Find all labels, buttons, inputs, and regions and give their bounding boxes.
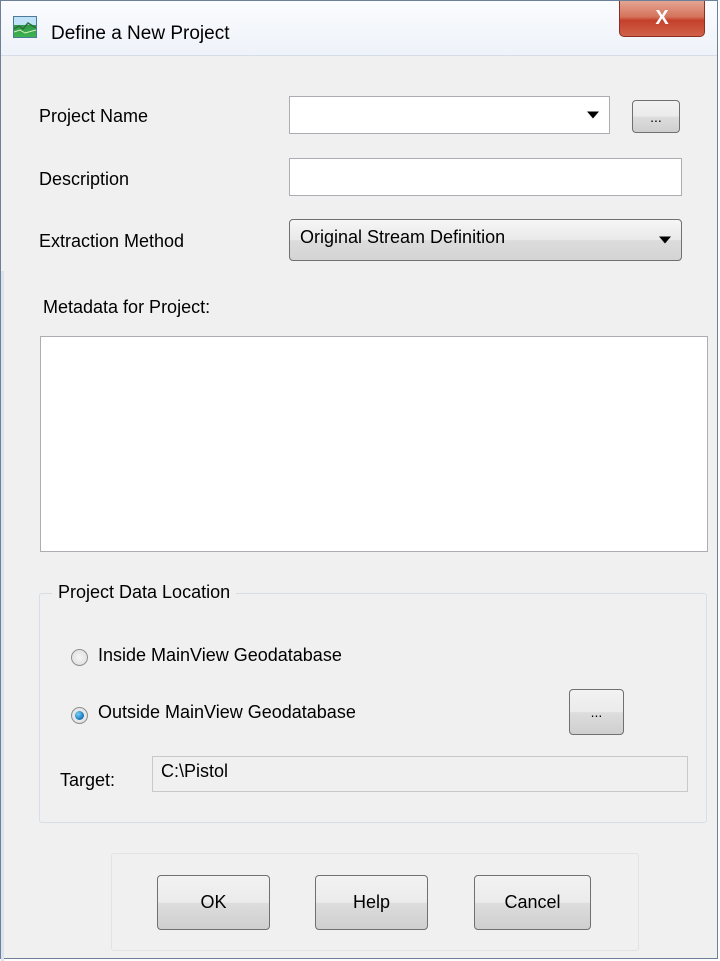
ellipsis-icon: ... (590, 704, 603, 720)
window-title: Define a New Project (51, 23, 230, 44)
project-name-browse-button[interactable]: ... (632, 100, 680, 133)
help-button[interactable]: Help (315, 875, 428, 930)
close-button[interactable]: X (619, 1, 705, 37)
cancel-button[interactable]: Cancel (474, 875, 591, 930)
title-bar[interactable]: Define a New Project X (1, 1, 717, 56)
inside-geodatabase-radio[interactable] (71, 649, 88, 666)
ok-button-label: OK (200, 892, 227, 912)
outside-geodatabase-label[interactable]: Outside MainView Geodatabase (98, 702, 356, 723)
window-edge-shadow (1, 271, 4, 961)
help-button-label: Help (352, 892, 391, 912)
target-label: Target: (60, 770, 116, 790)
map-landscape-icon (13, 16, 37, 38)
extraction-method-label: Extraction Method (39, 231, 185, 251)
dialog-window: Define a New Project X Project Name ... … (0, 0, 718, 961)
target-path-value: C:\Pistol (161, 761, 229, 781)
description-label: Description (39, 169, 130, 189)
extraction-method-value: Original Stream Definition (300, 227, 506, 247)
project-data-location-title: Project Data Location (52, 582, 237, 603)
ellipsis-icon: ... (650, 108, 662, 125)
button-panel: OK Help Cancel (111, 853, 639, 951)
dialog-body: Project Name ... Description Extraction … (9, 56, 711, 953)
outside-geodatabase-radio[interactable] (71, 707, 88, 724)
project-data-location-group: Project Data Location Inside MainView Ge… (39, 582, 707, 823)
description-input[interactable] (289, 158, 682, 196)
project-name-label: Project Name (39, 106, 149, 126)
close-icon: X (655, 7, 669, 29)
dropdown-arrow-icon[interactable] (659, 236, 671, 244)
target-path-field: C:\Pistol (152, 756, 688, 792)
extraction-method-select[interactable]: Original Stream Definition (289, 219, 682, 261)
location-browse-button[interactable]: ... (569, 689, 624, 735)
metadata-textarea[interactable] (40, 336, 708, 552)
project-name-combo[interactable] (289, 96, 610, 134)
dropdown-arrow-icon[interactable] (587, 111, 599, 119)
ok-button[interactable]: OK (157, 875, 270, 930)
inside-geodatabase-label[interactable]: Inside MainView Geodatabase (98, 645, 342, 666)
cancel-button-label: Cancel (504, 892, 561, 912)
metadata-label: Metadata for Project: (43, 297, 211, 317)
